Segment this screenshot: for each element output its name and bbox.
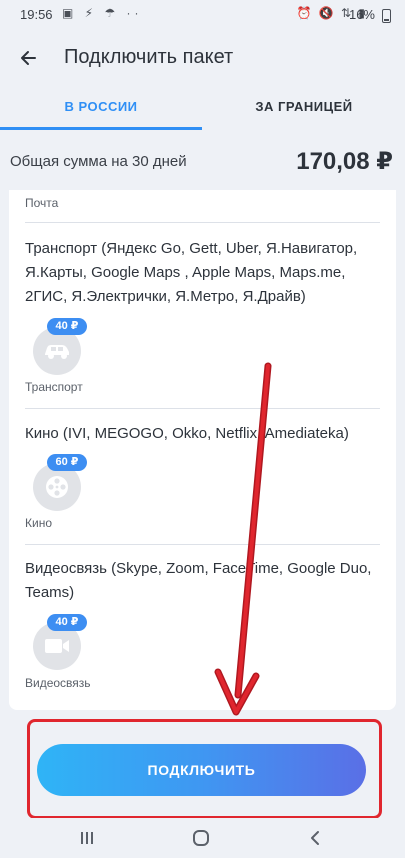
app-header: Подключить пакет <box>0 30 405 86</box>
service-description-cinema: Кино (IVI, MEGOGO, Okko, Netflix, Amedia… <box>25 425 349 442</box>
total-amount: 170,08 ₽ <box>296 148 393 175</box>
service-label-videocall: Видеосвязь <box>25 676 91 690</box>
service-label-transport: Транспорт <box>25 380 83 394</box>
back-button[interactable] <box>14 44 42 72</box>
highlight-annotation <box>27 719 382 819</box>
service-label-cinema: Кино <box>25 516 52 530</box>
home-icon <box>193 830 209 846</box>
divider <box>25 544 380 545</box>
price-badge-cinema: 60 ₽ <box>47 454 87 471</box>
battery-icon <box>382 9 391 23</box>
service-description-transport: Транспорт (Яндекс Go, Gett, Uber, Я.Нави… <box>25 240 358 305</box>
status-bar: 19:56 ▣ ⚡ ☂ ·· ⏰ 🔇 ⇅ ▮ 16% <box>0 0 405 30</box>
region-tabs: В РОССИИ ЗА ГРАНИЦЕЙ <box>0 88 405 130</box>
total-label: Общая сумма на 30 дней <box>10 153 187 170</box>
video-camera-icon <box>45 639 69 653</box>
service-description-videocall: Видеосвязь (Skype, Zoom, FaceTime, Googl… <box>25 560 372 601</box>
chevron-left-icon <box>311 831 319 845</box>
services-list[interactable]: Почта Транспорт (Яндекс Go, Gett, Uber, … <box>9 190 396 710</box>
divider <box>25 222 380 223</box>
price-badge-videocall: 40 ₽ <box>47 614 87 631</box>
film-reel-icon <box>46 476 68 498</box>
car-icon <box>45 345 69 359</box>
arrow-left-icon <box>21 51 36 65</box>
notification-icons: ▣ ⚡ ☂ ·· <box>62 6 143 20</box>
page-title: Подключить пакет <box>64 46 234 68</box>
back-nav-button[interactable] <box>300 826 330 850</box>
status-time: 19:56 <box>20 7 53 22</box>
tab-abroad[interactable]: ЗА ГРАНИЦЕЙ <box>203 88 405 130</box>
battery-percentage: 16% <box>348 7 375 22</box>
divider <box>25 408 380 409</box>
system-nav-bar <box>0 818 405 858</box>
service-label-mail: Почта <box>25 196 59 210</box>
home-button[interactable] <box>186 826 216 850</box>
recent-apps-button[interactable] <box>72 826 102 850</box>
tab-russia[interactable]: В РОССИИ <box>0 88 202 130</box>
active-tab-indicator <box>0 127 202 130</box>
total-summary: Общая сумма на 30 дней 170,08 ₽ <box>0 135 405 190</box>
recent-apps-icon <box>81 832 93 844</box>
price-badge-transport: 40 ₽ <box>47 318 87 335</box>
